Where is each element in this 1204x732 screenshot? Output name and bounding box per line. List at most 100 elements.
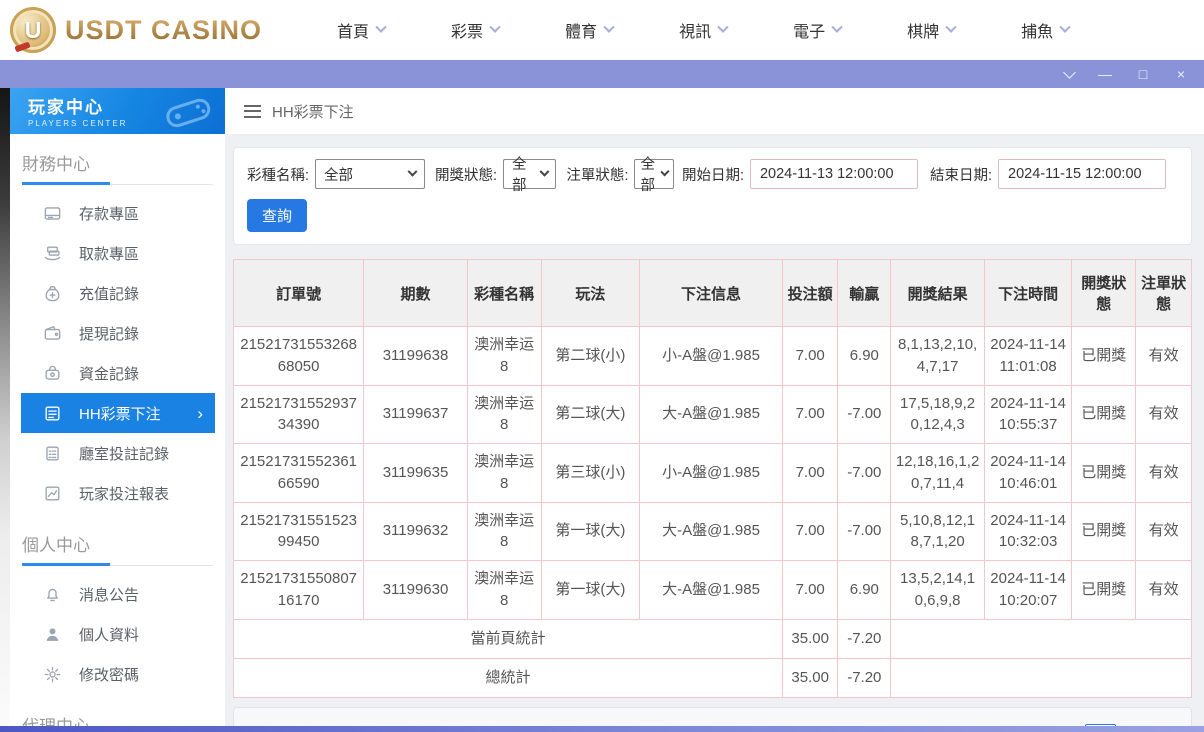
filter-row: 彩種名稱: 全部 開獎狀態: 全部 注單狀態: 全部 開始日期: 結束日期:	[247, 157, 1178, 194]
table-cell: 7.00	[781, 560, 839, 620]
chevron-right-icon: ›	[197, 403, 203, 423]
section-agent-title: 代理中心	[22, 712, 213, 726]
sidebar-item-deposit[interactable]: 存款專區	[21, 193, 215, 233]
bets-table: 訂單號 期數 彩種名稱 玩法 下注信息 投注額 輸贏 開獎結果 下注時間 開獎狀態 注單狀態 215…	[232, 259, 1192, 698]
end-date-input[interactable]	[998, 159, 1167, 189]
order-status-select[interactable]: 全部	[634, 157, 674, 194]
sidebar: 玩家中心 PLAYERS CENTER 財務中心 存款專區 取款專區 充值記錄 …	[10, 88, 225, 726]
column-header: 輸贏	[837, 259, 892, 327]
top-navigation: U USDT CASINO 首頁 彩票 體育 視訊 電子 棋牌 捕魚	[0, 0, 1204, 60]
table-row: 2152173155152399450 31199632 澳洲幸运8 第一球(大) 大-…	[232, 501, 1192, 561]
menu-toggle-icon[interactable]	[244, 104, 261, 118]
app-window: U USDT CASINO 首頁 彩票 體育 視訊 電子 棋牌 捕魚 — □ ×…	[0, 0, 1204, 732]
table-cell: 第一球(大)	[540, 501, 641, 561]
table-cell: 31199635	[363, 443, 468, 503]
nav-item-live[interactable]: 視訊	[646, 0, 760, 60]
table-cell: 小-A盤@1.985	[639, 443, 783, 503]
window-close-icon[interactable]: ×	[1174, 67, 1188, 81]
report-chart-icon	[43, 484, 62, 503]
person-icon	[43, 625, 62, 644]
summary-cell	[890, 618, 1192, 659]
summary-cell: 總統計	[233, 657, 783, 698]
lottery-name-label: 彩種名稱:	[247, 167, 310, 184]
column-header: 期數	[363, 259, 468, 327]
summary-cell: 當前頁統計	[233, 618, 783, 659]
table-cell: 有效	[1135, 560, 1192, 620]
table-cell: 大-A盤@1.985	[639, 384, 783, 444]
table-cell: 2024-11-14 10:32:03	[984, 501, 1073, 561]
sidebar-item-room-bet-record[interactable]: 廳室投註記錄	[21, 433, 215, 473]
sidebar-item-funds-record[interactable]: 資金記錄	[21, 353, 215, 393]
sidebar-item-withdraw-record[interactable]: 提現記錄	[21, 313, 215, 353]
table-cell: 澳洲幸运8	[466, 560, 542, 620]
table-row: 2152173155236166590 31199635 澳洲幸运8 第三球(小) 小-…	[232, 443, 1192, 503]
table-cell: 大-A盤@1.985	[639, 501, 783, 561]
start-date-input[interactable]	[749, 159, 918, 189]
window-minimize-icon[interactable]: —	[1098, 67, 1112, 81]
section-finance-title: 財務中心	[22, 150, 213, 185]
table-cell: 有效	[1135, 384, 1192, 444]
summary-cell: -7.20	[837, 618, 892, 659]
table-cell: 7.00	[781, 443, 839, 503]
table-cell: 澳洲幸运8	[466, 501, 542, 561]
summary-cell: -7.20	[837, 657, 892, 698]
table-cell: 有效	[1135, 443, 1192, 503]
sidebar-item-hh-lottery-bets[interactable]: HH彩票下注 ›	[21, 393, 215, 433]
start-date-label: 開始日期:	[681, 167, 744, 184]
main-menu: 首頁 彩票 體育 視訊 電子 棋牌 捕魚	[304, 0, 1102, 60]
draw-status-select[interactable]: 全部	[503, 157, 557, 194]
column-header: 開獎狀態	[1071, 259, 1137, 327]
table-cell: 第三球(小)	[540, 443, 641, 503]
table-cell: 澳洲幸运8	[466, 443, 542, 503]
window-maximize-icon[interactable]: □	[1136, 67, 1150, 81]
table-cell: 已開獎	[1071, 326, 1137, 386]
table-row: 2152173155080716170 31199630 澳洲幸运8 第一球(大) 大-…	[232, 560, 1192, 620]
table-cell: 31199630	[363, 560, 468, 620]
query-button[interactable]: 查詢	[247, 199, 308, 232]
nav-item-fishing[interactable]: 捕魚	[988, 0, 1102, 60]
table-cell: 已開獎	[1071, 560, 1137, 620]
bell-icon	[43, 585, 62, 604]
gamepad-icon	[166, 98, 211, 128]
sidebar-item-announcements[interactable]: 消息公告	[21, 574, 215, 614]
table-cell: -7.00	[837, 443, 892, 503]
chevron-down-icon	[1059, 21, 1071, 33]
chevron-down-icon	[717, 21, 729, 33]
table-cell: 小-A盤@1.985	[639, 326, 783, 386]
window-dropdown-icon[interactable]	[1063, 65, 1076, 79]
sidebar-item-withdraw[interactable]: 取款專區	[21, 233, 215, 273]
nav-item-home[interactable]: 首頁	[304, 0, 418, 60]
nav-item-lottery[interactable]: 彩票	[418, 0, 532, 60]
nav-item-sports[interactable]: 體育	[532, 0, 646, 60]
breadcrumb: HH彩票下注	[225, 88, 1204, 134]
table-cell: 7.00	[781, 384, 839, 444]
table-cell: 已開獎	[1071, 443, 1137, 503]
nav-item-slots[interactable]: 電子	[760, 0, 874, 60]
table-cell: 2152173155326868050	[232, 326, 365, 386]
table-cell: 2024-11-14 10:20:07	[984, 560, 1073, 620]
sidebar-item-recharge-record[interactable]: 充值記錄	[21, 273, 215, 313]
logo[interactable]: U USDT CASINO	[0, 7, 262, 53]
gear-icon	[43, 665, 62, 684]
sidebar-item-profile[interactable]: 個人資料	[21, 614, 215, 654]
table-cell: 7.00	[781, 326, 839, 386]
table-cell: 2152173155080716170	[232, 560, 365, 620]
table-cell: -7.00	[837, 501, 892, 561]
lottery-name-select[interactable]: 全部	[315, 159, 425, 189]
table-cell: 已開獎	[1071, 501, 1137, 561]
left-edge-decoration	[0, 88, 10, 726]
table-cell: 2152173155293734390	[232, 384, 365, 444]
table-cell: 已開獎	[1071, 384, 1137, 444]
players-center-header: 玩家中心 PLAYERS CENTER	[10, 88, 225, 134]
personal-items: 消息公告 個人資料 修改密碼	[10, 566, 225, 696]
moneybag-icon	[43, 284, 62, 303]
page-title: HH彩票下注	[272, 103, 354, 121]
sidebar-item-change-password[interactable]: 修改密碼	[21, 654, 215, 694]
table-cell: 6.90	[837, 326, 892, 386]
sidebar-item-player-report[interactable]: 玩家投注報表	[21, 473, 215, 513]
chevron-down-icon	[539, 166, 549, 177]
table-header-row: 訂單號 期數 彩種名稱 玩法 下注信息 投注額 輸贏 開獎結果 下注時間 開獎狀態 注單狀態	[232, 259, 1192, 327]
withdraw-cash-icon	[43, 244, 62, 263]
nav-item-boardgames[interactable]: 棋牌	[874, 0, 988, 60]
table-cell: 第二球(大)	[540, 384, 641, 444]
